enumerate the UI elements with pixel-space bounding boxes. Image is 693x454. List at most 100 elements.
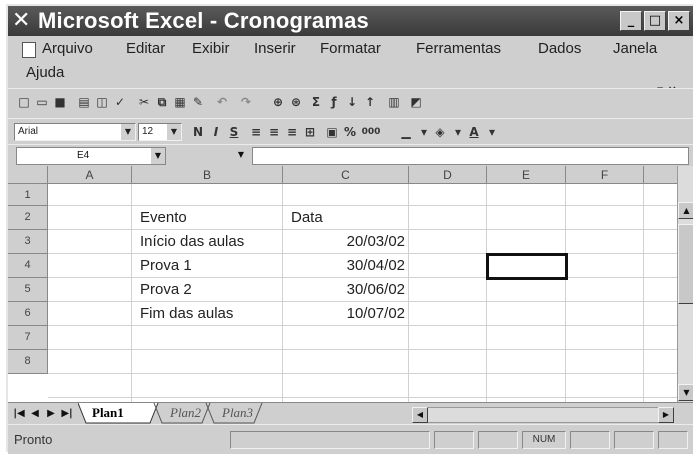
align-center-icon[interactable]: ≡ xyxy=(266,124,282,140)
cell-b3[interactable]: Início das aulas xyxy=(136,230,286,254)
menu-ajuda[interactable]: Ajuda xyxy=(26,64,64,82)
align-left-icon[interactable]: ≡ xyxy=(248,124,264,140)
menu-inserir[interactable]: Inserir xyxy=(254,40,296,58)
worksheet-grid[interactable]: A B C D E F 1 2 3 4 5 6 7 8 Evento Data … xyxy=(8,166,677,402)
chevron-down-icon[interactable]: ▾ xyxy=(484,124,500,140)
percent-button[interactable]: % xyxy=(342,124,358,140)
scroll-down-icon[interactable]: ▼ xyxy=(678,384,693,401)
column-header-b[interactable]: B xyxy=(132,166,283,184)
row-header-6[interactable]: 6 xyxy=(8,302,48,326)
fill-color-icon[interactable]: ◈ xyxy=(432,124,448,140)
bold-button[interactable]: N xyxy=(190,124,206,140)
column-header-a[interactable]: A xyxy=(48,166,132,184)
vertical-scrollbar[interactable]: ▲ ▼ xyxy=(677,166,693,402)
scroll-left-icon[interactable]: ◀ xyxy=(412,407,428,423)
cell-b4[interactable]: Prova 1 xyxy=(136,254,286,278)
hyperlink-icon[interactable]: ⊕ xyxy=(270,94,286,110)
cell-b2[interactable]: Evento xyxy=(136,206,286,230)
column-header-d[interactable]: D xyxy=(409,166,487,184)
vertical-scroll-thumb[interactable] xyxy=(678,224,693,304)
web-toolbar-icon[interactable]: ⊛ xyxy=(288,94,304,110)
cell-c4[interactable]: 30/04/02 xyxy=(283,254,409,278)
cell-c2[interactable]: Data xyxy=(287,206,411,230)
chevron-down-icon[interactable]: ▼ xyxy=(178,147,248,165)
print-preview-icon[interactable]: ◫ xyxy=(94,94,110,110)
active-cell-e4[interactable] xyxy=(486,253,568,280)
column-header-c[interactable]: C xyxy=(283,166,409,184)
drawing-icon[interactable]: ◩ xyxy=(408,94,424,110)
spelling-icon[interactable]: ✓ xyxy=(112,94,128,110)
menu-arquivo[interactable]: Arquivo xyxy=(42,40,93,58)
autosum-icon[interactable]: Σ xyxy=(308,94,324,110)
merge-center-icon[interactable]: ⊞ xyxy=(302,124,318,140)
currency-icon[interactable]: ▣ xyxy=(324,124,340,140)
document-icon[interactable] xyxy=(22,42,36,58)
function-icon[interactable]: ƒ xyxy=(326,94,342,110)
save-icon[interactable]: ■ xyxy=(52,94,68,110)
chevron-down-icon[interactable]: ▾ xyxy=(450,124,466,140)
font-name-select[interactable]: Arial ▼ xyxy=(14,123,136,141)
copy-icon[interactable]: ⧉ xyxy=(154,94,170,110)
horizontal-scrollbar[interactable]: ◀ ▶ xyxy=(412,407,674,423)
print-icon[interactable]: ▤ xyxy=(76,94,92,110)
align-right-icon[interactable]: ≡ xyxy=(284,124,300,140)
thousands-button[interactable]: 000 xyxy=(360,124,382,140)
sheet-tab-plan3[interactable]: Plan3 xyxy=(222,403,253,423)
paste-icon[interactable]: ▦ xyxy=(172,94,188,110)
column-header-f[interactable]: F xyxy=(566,166,644,184)
title-bar[interactable]: ✕ Microsoft Excel - Cronogramas _ □ × xyxy=(8,6,693,36)
next-sheet-icon[interactable]: ▶ xyxy=(44,406,58,422)
last-sheet-icon[interactable]: ▶| xyxy=(60,406,74,422)
row-header-4[interactable]: 4 xyxy=(8,254,48,278)
chevron-down-icon[interactable]: ▼ xyxy=(167,124,181,140)
sheet-tab-plan2[interactable]: Plan2 xyxy=(170,403,201,423)
font-size-select[interactable]: 12 ▼ xyxy=(138,123,182,141)
scroll-right-icon[interactable]: ▶ xyxy=(658,407,674,423)
cell-c6[interactable]: 10/07/02 xyxy=(283,302,409,326)
italic-button[interactable]: I xyxy=(208,124,224,140)
prev-sheet-icon[interactable]: ◀ xyxy=(28,406,42,422)
close-button[interactable]: × xyxy=(668,11,690,31)
menu-editar[interactable]: Editar xyxy=(126,40,165,58)
chevron-down-icon[interactable]: ▼ xyxy=(151,148,165,164)
cell-c5[interactable]: 30/06/02 xyxy=(283,278,409,302)
chart-wizard-icon[interactable]: ▥ xyxy=(386,94,402,110)
scroll-up-icon[interactable]: ▲ xyxy=(678,202,693,219)
row-header-2[interactable]: 2 xyxy=(8,206,48,230)
maximize-button[interactable]: □ xyxy=(644,11,666,31)
menu-ferramentas[interactable]: Ferramentas xyxy=(416,40,501,58)
chevron-down-icon[interactable]: ▾ xyxy=(416,124,432,140)
minimize-button[interactable]: _ xyxy=(620,11,642,31)
row-header-7[interactable]: 7 xyxy=(8,326,48,350)
select-all-corner[interactable] xyxy=(8,166,48,184)
cut-icon[interactable]: ✂ xyxy=(136,94,152,110)
menu-formatar[interactable]: Formatar xyxy=(320,40,381,58)
row-header-8[interactable]: 8 xyxy=(8,350,48,374)
borders-icon[interactable]: ▁ xyxy=(398,124,414,140)
sort-ascending-icon[interactable]: ↓ xyxy=(344,94,360,110)
sheet-tab-plan1[interactable]: Plan1 xyxy=(92,403,152,423)
first-sheet-icon[interactable]: |◀ xyxy=(12,406,26,422)
sort-descending-icon[interactable]: ↑ xyxy=(362,94,378,110)
undo-icon[interactable]: ↶ xyxy=(214,94,230,110)
row-header-3[interactable]: 3 xyxy=(8,230,48,254)
underline-button[interactable]: S xyxy=(226,124,242,140)
row-header-1[interactable]: 1 xyxy=(8,184,48,206)
formula-input[interactable] xyxy=(252,147,689,165)
redo-icon[interactable]: ↷ xyxy=(238,94,254,110)
font-color-icon[interactable]: A xyxy=(466,124,482,140)
cell-c3[interactable]: 20/03/02 xyxy=(283,230,409,254)
menu-dados[interactable]: Dados xyxy=(538,40,581,58)
column-header-e[interactable]: E xyxy=(487,166,566,184)
open-icon[interactable]: ▭ xyxy=(34,94,50,110)
column-header-g[interactable] xyxy=(644,166,677,184)
cell-b5[interactable]: Prova 2 xyxy=(136,278,286,302)
new-icon[interactable]: □ xyxy=(16,94,32,110)
row-header-5[interactable]: 5 xyxy=(8,278,48,302)
menu-janela[interactable]: Janela xyxy=(613,40,657,58)
chevron-down-icon[interactable]: ▼ xyxy=(121,124,135,140)
format-painter-icon[interactable]: ✎ xyxy=(190,94,206,110)
menu-exibir[interactable]: Exibir xyxy=(192,40,230,58)
cell-b6[interactable]: Fim das aulas xyxy=(136,302,286,326)
name-box[interactable]: E4 ▼ xyxy=(16,147,166,165)
